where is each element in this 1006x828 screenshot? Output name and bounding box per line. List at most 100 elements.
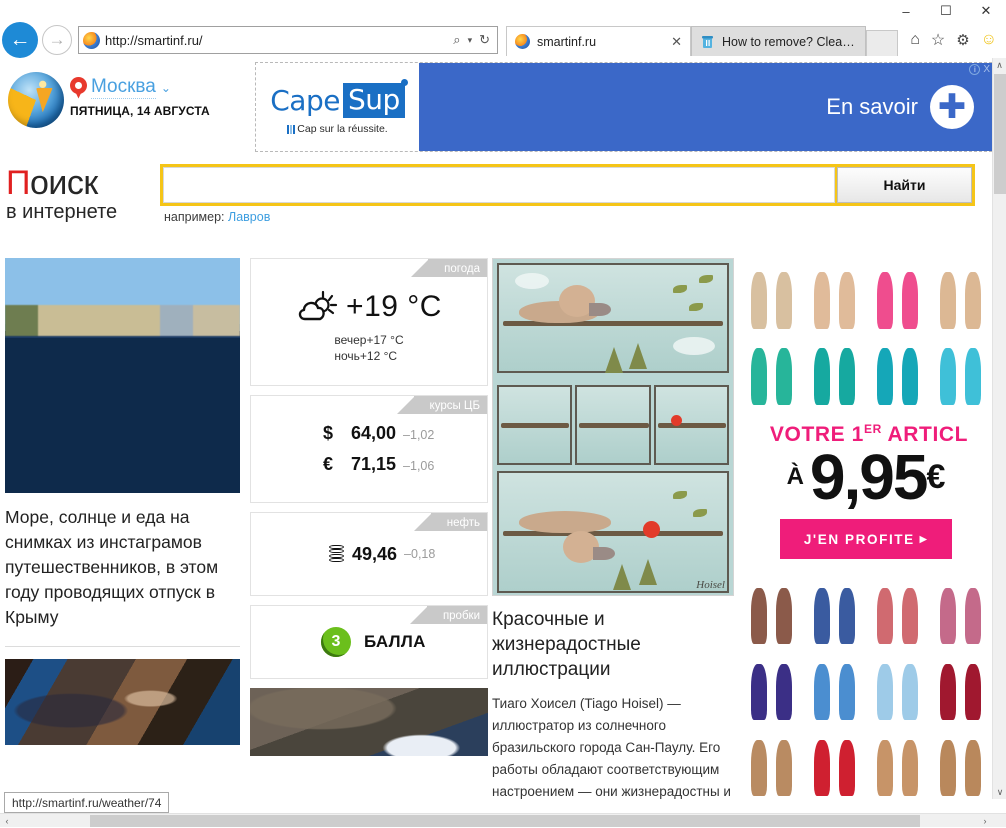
chevron-down-icon[interactable]: ⌄	[161, 81, 171, 95]
location-pin-icon	[70, 76, 87, 99]
secondary-photo[interactable]	[5, 659, 240, 745]
top-banner-ad[interactable]: Cape Sup Cap sur la réussite. i X En sav…	[255, 62, 992, 152]
address-bar[interactable]: http://smartinf.ru/ ⌕ ▾ ↻	[78, 26, 498, 54]
eur-value: 71,15	[351, 454, 397, 474]
widgets-column: погода +19 °C вечер+17 °C ночь+12 °C кур…	[250, 258, 488, 756]
plus-icon[interactable]: ✚	[930, 85, 974, 129]
capesup-cape-text: Cape	[270, 84, 340, 117]
new-tab-button[interactable]	[866, 30, 898, 56]
favorites-star-icon[interactable]: ☆	[931, 30, 945, 50]
vertical-scrollbar[interactable]: ∧ ∨	[992, 58, 1006, 799]
currency-widget[interactable]: курсы ЦБ $ 64,00 –1,02 € 71,15 –1,06	[250, 395, 488, 503]
vertical-scroll-thumb[interactable]	[994, 74, 1006, 194]
scroll-up-icon[interactable]: ∧	[993, 58, 1006, 72]
search-title-first-letter: П	[6, 164, 30, 202]
smiley-icon[interactable]: ☺	[981, 31, 997, 49]
site-header: Москва ⌄ ПЯТНИЦА, 14 АВГУСТА Cape Sup Ca…	[0, 58, 992, 158]
right-ad-cta-button[interactable]: J'EN PROFITE ▸	[780, 519, 952, 560]
shoe-thumb	[930, 726, 991, 799]
right-banner-ad[interactable]: VOTRE 1ER ARTICL À 9,95 € J'EN PROFITE ▸	[740, 258, 992, 799]
shoe-grid-bottom	[740, 573, 992, 799]
shoe-thumb	[930, 335, 991, 409]
illustration-image[interactable]: Hoisel	[492, 258, 734, 596]
shoe-thumb	[741, 335, 802, 409]
search-input[interactable]	[163, 167, 835, 203]
tertiary-photo[interactable]	[250, 688, 488, 756]
right-ad-headline-sup: ER	[863, 422, 882, 436]
oil-widget-tab: нефть	[413, 513, 487, 531]
traffic-widget[interactable]: пробки 3 БАЛЛА	[250, 605, 488, 679]
weather-evening: вечер+17 °C	[334, 333, 404, 347]
eur-symbol: €	[323, 454, 334, 474]
shoe-thumb	[867, 726, 928, 799]
window-controls: – ☐ ✕	[886, 0, 1006, 22]
ad-controls: i X	[969, 64, 990, 75]
search-submit-button[interactable]: Найти	[837, 167, 972, 203]
close-icon[interactable]: ✕	[966, 0, 1006, 22]
left-column: Море, солнце и еда на снимках из инстагр…	[5, 258, 240, 745]
capesup-sup-text: Sup	[342, 79, 408, 118]
ad-close-icon[interactable]: X	[983, 64, 990, 75]
city-selector[interactable]: Москва ⌄	[70, 76, 171, 99]
oil-delta: –0,18	[404, 547, 436, 561]
refresh-icon[interactable]: ↻	[479, 32, 490, 48]
shoe-thumb	[741, 574, 802, 649]
currency-widget-tab: курсы ЦБ	[396, 396, 487, 414]
price-number: 9,95	[809, 441, 929, 513]
tab-close-icon[interactable]: ✕	[671, 34, 682, 50]
top-ad-body[interactable]: i X En savoir ✚	[419, 63, 992, 151]
scroll-left-icon[interactable]: ‹	[0, 814, 14, 828]
right-ad-price: À 9,95 €	[740, 441, 992, 513]
tab-how-to-remove[interactable]: How to remove? Clean you...	[691, 26, 866, 56]
shoe-thumb	[930, 650, 991, 725]
eur-delta: –1,06	[403, 459, 435, 473]
left-headline[interactable]: Море, солнце и еда на снимках из инстагр…	[5, 505, 240, 630]
shoe-thumb	[867, 650, 928, 725]
home-icon[interactable]: ⌂	[910, 31, 920, 49]
search-title-main: Поиск	[6, 166, 117, 200]
weather-widget-tab: погода	[411, 259, 487, 277]
capesup-tagline: Cap sur la réussite.	[287, 123, 388, 135]
arrow-right-icon: ▸	[919, 531, 929, 547]
shoe-thumb	[930, 574, 991, 649]
info-icon[interactable]: i	[969, 64, 981, 75]
navigation-bar: ← → http://smartinf.ru/ ⌕ ▾ ↻ smartinf.r…	[0, 22, 1006, 58]
shoe-thumb	[804, 650, 865, 725]
oil-widget[interactable]: нефть 49,46 –0,18	[250, 512, 488, 596]
oil-value: 49,46	[352, 543, 398, 564]
bars-icon	[287, 124, 296, 134]
capesup-wordmark: Cape Sup	[270, 79, 408, 118]
price-currency: €	[926, 457, 946, 496]
weather-temp-row: +19 °C	[296, 290, 442, 324]
shoe-thumb	[741, 259, 802, 333]
shoe-thumb	[930, 259, 991, 333]
scroll-down-icon[interactable]: ∨	[993, 785, 1006, 799]
firefox-icon	[515, 34, 530, 49]
tab-label: How to remove? Clean you...	[722, 34, 857, 49]
gear-icon[interactable]: ⚙	[956, 31, 969, 49]
sea-photo[interactable]	[5, 258, 240, 493]
maximize-icon[interactable]: ☐	[926, 0, 966, 22]
page-viewport: Москва ⌄ ПЯТНИЦА, 14 АВГУСТА Cape Sup Ca…	[0, 58, 1006, 813]
weather-widget[interactable]: погода +19 °C вечер+17 °C ночь+12 °C	[250, 258, 488, 386]
globe-logo-icon[interactable]	[8, 72, 64, 128]
article-title[interactable]: Красочные и жизнерадостные иллюстрации	[492, 607, 735, 682]
search-box: Найти	[160, 164, 975, 206]
tab-smartinf[interactable]: smartinf.ru ✕	[506, 26, 691, 56]
shoe-thumb	[804, 726, 865, 799]
minimize-icon[interactable]: –	[886, 0, 926, 22]
city-label[interactable]: Москва	[91, 76, 156, 99]
browser-chrome: – ☐ ✕ ← → http://smartinf.ru/ ⌕ ▾ ↻ smar…	[0, 0, 1006, 58]
search-icon[interactable]: ⌕	[453, 32, 460, 48]
address-text[interactable]: http://smartinf.ru/	[105, 33, 453, 48]
chevron-down-icon[interactable]: ▾	[468, 35, 473, 46]
horizontal-scrollbar[interactable]: ‹ ›	[0, 813, 1006, 827]
usd-value: 64,00	[351, 423, 397, 443]
horizontal-scroll-thumb[interactable]	[90, 815, 920, 827]
forward-icon[interactable]: →	[42, 25, 72, 55]
back-icon[interactable]: ←	[2, 22, 38, 58]
top-ad-cta-label: En savoir	[826, 94, 918, 119]
scroll-right-icon[interactable]: ›	[978, 814, 992, 828]
search-example-link[interactable]: Лавров	[228, 210, 270, 224]
search-title-rest: оиск	[29, 164, 98, 202]
